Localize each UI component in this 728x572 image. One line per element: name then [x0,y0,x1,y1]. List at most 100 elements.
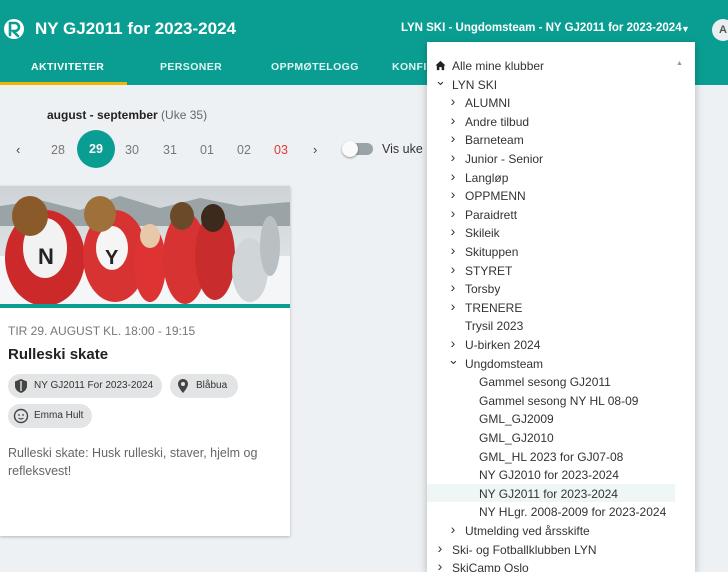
person-chip[interactable]: Emma Hult [8,404,92,428]
club-dropdown-menu[interactable]: ▲ Alle mine klubber ⌄ LYN SKI › ALUMNI › Andre… [427,42,695,572]
dropdown-item-label: Skileik [465,226,500,241]
dropdown-item[interactable]: › Andre tilbud [427,112,675,131]
location-pin-icon [178,379,188,393]
svg-text:N: N [38,244,54,269]
day-01[interactable]: 01 [194,143,220,157]
dropdown-item[interactable]: ⌄ LYN SKI [427,73,675,94]
active-tab-indicator [0,82,127,85]
chevron-right-icon[interactable]: › [448,335,458,351]
dropdown-item-label: GML_GJ2010 [479,431,554,445]
activity-description: Rulleski skate: Husk rulleski, staver, h… [8,446,258,478]
tab-aktiviteter[interactable]: AKTIVITETER [31,61,104,73]
activity-card[interactable]: N Y TIR 29. AUGUST KL. 18:00 - 19:15 Rul… [0,186,290,536]
dropdown-item-label: U-birken 2024 [465,338,541,352]
day-03[interactable]: 03 [268,143,294,157]
dropdown-item[interactable]: Gammel sesong GJ2011 [427,372,675,391]
location-chip[interactable]: Blåbua [170,374,238,398]
day-02[interactable]: 02 [231,143,257,157]
activity-time: TIR 29. AUGUST KL. 18:00 - 19:15 [8,324,196,338]
dropdown-item-label: Trysil 2023 [465,319,524,334]
dropdown-item[interactable]: Alle mine klubber [427,56,675,75]
previous-week-icon[interactable]: ‹ [16,142,20,157]
dropdown-item[interactable]: › Barneteam [427,130,675,149]
next-week-icon[interactable]: › [313,142,317,157]
chevron-down-icon[interactable]: ⌄ [435,73,446,89]
dropdown-item-label: GML_HL 2023 for GJ07-08 [479,449,624,464]
dropdown-item[interactable]: Trysil 2023 [427,316,675,335]
dropdown-item[interactable]: › TRENERE [427,298,675,317]
dropdown-item[interactable]: › SkiCamp Oslo [427,558,675,572]
chevron-right-icon[interactable]: › [448,130,458,146]
dropdown-item[interactable]: › U-birken 2024 [427,335,675,354]
week-header: august - september (Uke 35) [47,108,207,122]
chevron-right-icon[interactable]: › [435,540,445,556]
dropdown-item[interactable]: › Paraidrett [427,205,675,224]
avatar[interactable]: A [712,19,728,41]
day-31[interactable]: 31 [157,143,183,157]
dropdown-item-label: Torsby [465,282,501,297]
day-29-selected[interactable]: 29 [77,130,115,168]
dropdown-item-label: STYRET [465,263,513,278]
chevron-right-icon[interactable]: › [448,205,458,221]
chevron-right-icon[interactable]: › [448,93,458,109]
dropdown-item-label: Alle mine klubber [452,59,545,73]
dropdown-item[interactable]: › Junior - Senior [427,149,675,168]
dropdown-item[interactable]: GML_HL 2023 for GJ07-08 [427,447,675,466]
chevron-right-icon[interactable]: › [448,279,458,295]
dropdown-item[interactable]: NY GJ2010 for 2023-2024 [427,465,675,484]
face-icon [13,408,29,424]
month-range: august - september [47,108,158,122]
dropdown-item-label: OPPMENN [465,189,526,204]
group-chip[interactable]: NY GJ2011 For 2023-2024 [8,374,162,398]
chevron-down-icon[interactable]: ⌄ [448,352,459,368]
chevron-right-icon[interactable]: › [448,223,458,239]
week-number: (Uke 35) [161,108,208,122]
chevron-right-icon[interactable]: › [448,298,458,314]
dropdown-item-label: NY GJ2010 for 2023-2024 [479,468,619,483]
dropdown-item-label: GML_GJ2009 [479,412,554,427]
dropdown-item[interactable]: › Skituppen [427,242,675,261]
tab-oppmotelogg[interactable]: OPPMØTELOGG [271,61,359,73]
chevron-right-icon[interactable]: › [448,149,458,165]
chevron-right-icon[interactable]: › [448,112,458,128]
chevron-right-icon[interactable]: › [435,558,445,572]
dropdown-item-label: LYN SKI [452,77,498,92]
svg-text:Y: Y [105,247,119,269]
dropdown-item[interactable]: NY GJ2011 for 2023-2024 [427,483,675,503]
day-28[interactable]: 28 [45,143,71,157]
activity-photo: N Y [0,186,290,304]
day-30[interactable]: 30 [119,143,145,157]
chevron-right-icon[interactable]: › [448,186,458,202]
dropdown-item[interactable]: › Langløp [427,168,675,187]
dropdown-item[interactable]: GML_GJ2010 [427,428,675,447]
dropdown-item[interactable]: › Skileik [427,223,675,242]
dropdown-item-label: Gammel sesong NY HL 08-09 [479,393,639,408]
dropdown-item-label: Langløp [465,170,509,185]
dropdown-item[interactable]: ⌄ Ungdomsteam [427,352,675,373]
dropdown-item[interactable]: › ALUMNI [427,93,675,112]
group-chip-label: NY GJ2011 For 2023-2024 [34,380,154,391]
dropdown-item[interactable]: › Ski- og Fotballklubben LYN [427,540,675,559]
chevron-right-icon[interactable]: › [448,521,458,537]
dropdown-item-label: Utmelding ved årsskifte [465,524,590,538]
dropdown-item[interactable]: › Utmelding ved årsskifte [427,521,675,540]
chevron-right-icon[interactable]: › [448,242,458,258]
dropdown-item[interactable]: Gammel sesong NY HL 08-09 [427,391,675,410]
dropdown-item[interactable]: NY HLgr. 2008-2009 for 2023-2024 [427,502,675,521]
club-selector[interactable]: LYN SKI - Ungdomsteam - NY GJ2011 for 20… [401,22,682,34]
tab-personer[interactable]: PERSONER [160,61,222,73]
dropdown-item[interactable]: › Torsby [427,279,675,298]
app-logo-icon[interactable] [4,19,24,39]
caret-down-icon[interactable]: ▼ [681,24,690,34]
dropdown-item[interactable]: › STYRET [427,261,675,280]
chevron-right-icon[interactable]: › [448,261,458,277]
dropdown-item[interactable]: › OPPMENN [427,186,675,205]
dropdown-item[interactable]: GML_GJ2009 [427,409,675,428]
toggle-knob [342,141,358,157]
dropdown-item-label: Skituppen [465,245,519,259]
dropdown-item-label: Andre tilbud [465,114,530,129]
chevron-right-icon[interactable]: › [448,168,458,184]
scroll-up-icon[interactable]: ▲ [676,60,683,67]
show-week-toggle[interactable] [342,141,373,157]
dropdown-item-label: Gammel sesong GJ2011 [479,375,611,390]
